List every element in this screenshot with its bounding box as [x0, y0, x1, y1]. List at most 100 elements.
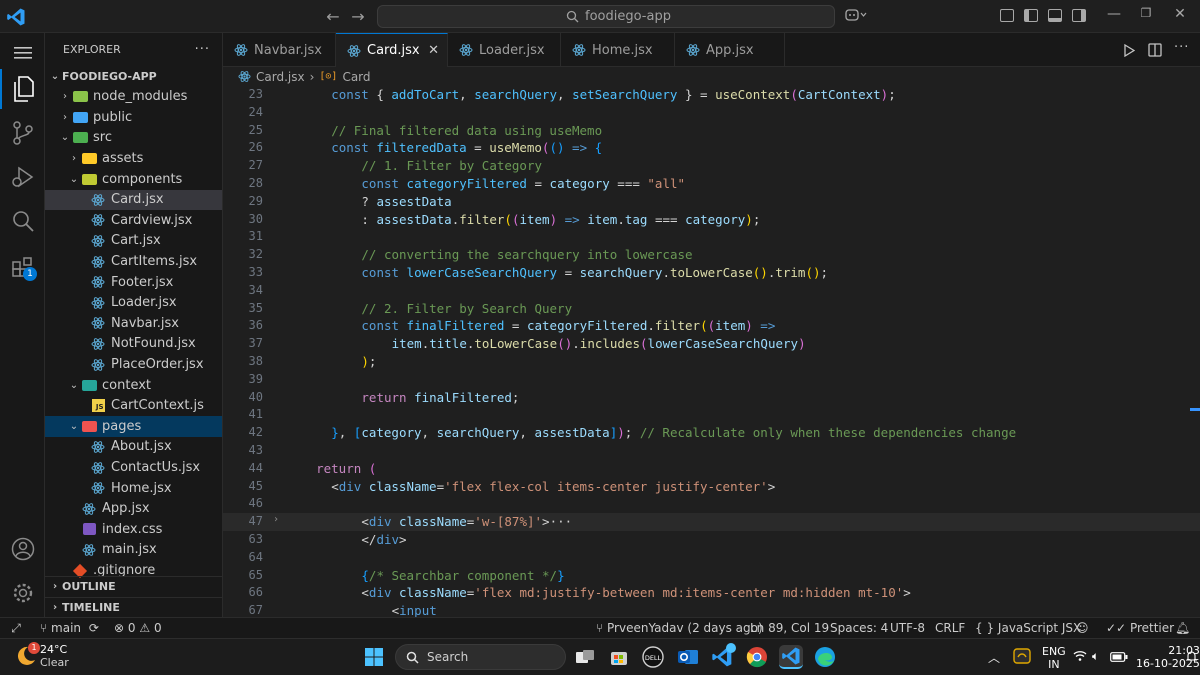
code-line[interactable]: 47 › <div className='w-[87%]'>···	[223, 513, 1200, 531]
cursor-position[interactable]: Ln 89, Col 19	[750, 621, 829, 635]
battery-icon[interactable]	[1110, 651, 1128, 666]
code-line[interactable]: 28 const categoryFiltered = category === …	[223, 175, 1200, 193]
weather-widget-icon[interactable]: 1	[14, 642, 40, 666]
tree-file[interactable]: ContactUs.jsx	[45, 457, 222, 478]
git-blame-item[interactable]: ⑂ PrveenYadav (2 days ago)	[596, 621, 763, 635]
code-line[interactable]: 66 <div className='flex md:justify-betwee…	[223, 584, 1200, 602]
code-line[interactable]: 42}, [category, searchQuery, assestData]…	[223, 424, 1200, 442]
tree-folder[interactable]: ⌄ context	[45, 375, 222, 396]
editor-tab[interactable]: Home.jsx	[561, 33, 675, 67]
code-line[interactable]: 33 const lowerCaseSearchQuery = searchQue…	[223, 264, 1200, 282]
code-line[interactable]: 46	[223, 495, 1200, 513]
code-line[interactable]: 26 const filteredData = useMemo(() => {	[223, 139, 1200, 157]
tree-file[interactable]: Cart.jsx	[45, 231, 222, 252]
back-arrow-icon[interactable]: ←	[323, 7, 343, 26]
code-line[interactable]: 44 return (	[223, 460, 1200, 478]
code-line[interactable]: 30: assestData.filter((item) => item.tag…	[223, 211, 1200, 229]
code-line[interactable]: 32 // converting the searchquery into low…	[223, 246, 1200, 264]
language-mode[interactable]: { } JavaScript JSX	[975, 621, 1081, 635]
tree-file[interactable]: About.jsx	[45, 437, 222, 458]
encoding[interactable]: UTF-8	[890, 621, 925, 635]
copilot-icon[interactable]	[845, 8, 867, 26]
code-line[interactable]: 35 // 2. Filter by Search Query	[223, 300, 1200, 318]
explorer-icon[interactable]	[0, 69, 45, 109]
settings-gear-icon[interactable]	[0, 573, 45, 613]
weather-text[interactable]: 24°C Clear	[40, 643, 69, 669]
breadcrumb-file[interactable]: Card.jsx	[256, 70, 305, 84]
tree-file[interactable]: Card.jsx	[45, 189, 222, 211]
notification-bell-icon[interactable]	[1185, 650, 1198, 667]
code-line[interactable]: 37 item.title.toLowerCase().includes(lowe…	[223, 335, 1200, 353]
outline-section[interactable]: › OUTLINE	[45, 576, 222, 596]
dell-icon[interactable]: DELL	[641, 645, 665, 669]
tree-folder[interactable]: ⌄ components	[45, 169, 222, 190]
more-actions-icon[interactable]: ···	[195, 42, 210, 57]
tree-file[interactable]: Cardview.jsx	[45, 210, 222, 231]
toggle-primary-sidebar-icon[interactable]	[1024, 9, 1038, 22]
vscode-logo-icon[interactable]	[6, 7, 26, 27]
code-line[interactable]: 64	[223, 549, 1200, 567]
command-center-search[interactable]: foodiego-app	[377, 5, 835, 28]
sync-icon[interactable]: ⟳	[89, 621, 99, 635]
extensions-icon[interactable]: 1	[0, 247, 45, 287]
editor-tab[interactable]: Navbar.jsx	[223, 33, 336, 67]
microsoft-store-icon[interactable]	[607, 645, 631, 669]
split-editor-icon[interactable]	[1148, 43, 1162, 57]
close-window-icon[interactable]: ✕	[1170, 6, 1190, 22]
code-line[interactable]: 40 return finalFiltered;	[223, 389, 1200, 407]
code-line[interactable]: 34	[223, 282, 1200, 300]
remote-icon[interactable]: ⤢	[0, 618, 32, 638]
edge-icon[interactable]	[813, 645, 837, 669]
code-line[interactable]: 24	[223, 104, 1200, 122]
code-line[interactable]: 65 {/* Searchbar component */}	[223, 567, 1200, 585]
editor-tab[interactable]: App.jsx	[675, 33, 785, 67]
editor-tab[interactable]: Loader.jsx	[448, 33, 561, 67]
tree-file[interactable]: index.css	[45, 519, 222, 540]
code-line[interactable]: 45 <div className='flex flex-col items-ce…	[223, 478, 1200, 496]
tree-folder[interactable]: ⌄ pages	[45, 416, 222, 437]
copilot-status-icon[interactable]: ☺	[1076, 621, 1089, 635]
code-editor[interactable]: 23 const { addToCart, searchQuery, setSea…	[223, 86, 1200, 617]
code-line[interactable]: 31	[223, 228, 1200, 246]
source-control-icon[interactable]	[0, 113, 45, 153]
code-line[interactable]: 23 const { addToCart, searchQuery, setSea…	[223, 86, 1200, 104]
end-of-line[interactable]: CRLF	[935, 621, 965, 635]
volume-icon[interactable]: 🔈︎	[1092, 649, 1099, 664]
code-line[interactable]: 25 // Final filtered data using useMemo	[223, 122, 1200, 140]
timeline-section[interactable]: › TIMELINE	[45, 597, 222, 617]
editor-tab[interactable]: Card.jsx ✕	[336, 33, 448, 67]
tree-file[interactable]: Loader.jsx	[45, 293, 222, 314]
indentation[interactable]: Spaces: 4	[830, 621, 888, 635]
tree-file[interactable]: PlaceOrder.jsx	[45, 354, 222, 375]
code-line[interactable]: 29? assestData	[223, 193, 1200, 211]
tree-file[interactable]: main.jsx	[45, 540, 222, 561]
prettier-item[interactable]: ✓✓ Prettier	[1106, 621, 1174, 635]
vscode-taskbar-icon[interactable]	[779, 645, 803, 669]
account-icon[interactable]	[0, 529, 45, 569]
tree-file[interactable]: Home.jsx	[45, 478, 222, 499]
tree-folder[interactable]: ⌄ src	[45, 128, 222, 149]
tree-folder[interactable]: › assets	[45, 148, 222, 169]
tree-file[interactable]: JS CartContext.js	[45, 396, 222, 417]
breadcrumb-symbol[interactable]: Card	[342, 70, 370, 84]
toggle-secondary-sidebar-icon[interactable]	[1072, 9, 1086, 22]
code-line[interactable]: 39	[223, 371, 1200, 389]
task-view-icon[interactable]	[573, 645, 597, 669]
tree-file[interactable]: App.jsx	[45, 499, 222, 520]
windows-start-icon[interactable]	[362, 645, 386, 669]
outlook-icon[interactable]	[676, 645, 700, 669]
project-root[interactable]: ⌄ FOODIEGO-APP	[45, 66, 222, 87]
tree-folder[interactable]: › node_modules	[45, 87, 222, 108]
customize-layout-icon[interactable]	[1000, 9, 1014, 22]
search-icon[interactable]	[0, 201, 45, 241]
code-line[interactable]: 36 const finalFiltered = categoryFiltered…	[223, 317, 1200, 335]
code-line[interactable]: 43	[223, 442, 1200, 460]
taskbar-search[interactable]: Search	[395, 644, 566, 670]
tree-file[interactable]: Navbar.jsx	[45, 313, 222, 334]
close-tab-icon[interactable]: ✕	[428, 43, 439, 58]
run-file-icon[interactable]	[1123, 44, 1135, 57]
notifications-bell-icon[interactable]: 🔔︎	[1175, 621, 1190, 635]
input-language[interactable]: ENG IN	[1042, 645, 1066, 671]
branch-item[interactable]: ⑂ main ⟳	[40, 621, 99, 635]
problems-item[interactable]: ⊗ 0 ⚠ 0	[114, 621, 162, 635]
